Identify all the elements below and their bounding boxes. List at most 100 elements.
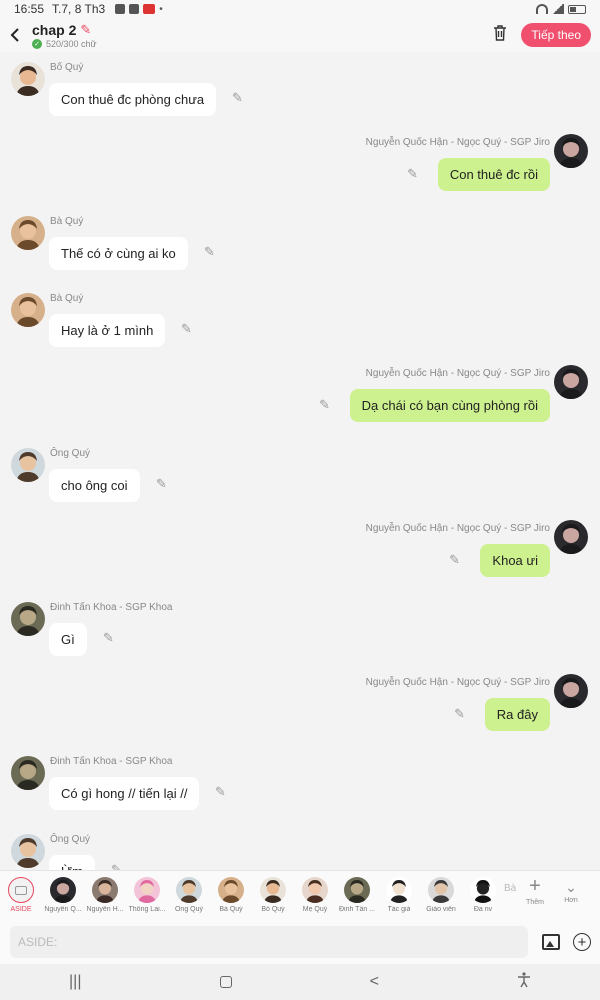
chevron-left-icon[interactable]	[0, 18, 32, 52]
message-bubble[interactable]: Con thuê đc rồi	[437, 158, 550, 191]
edit-message-icon[interactable]: ✎	[204, 244, 215, 260]
edit-message-icon[interactable]: ✎	[232, 90, 243, 106]
chat-message-left[interactable]: Ông Quý Ừm ✎	[0, 830, 600, 870]
chat-message-left[interactable]: Ông Quý cho ông coi ✎	[0, 444, 600, 516]
avatar[interactable]	[554, 520, 588, 554]
chat-message-left[interactable]: Bà Quý Thế có ở cùng ai ko ✎	[0, 212, 600, 284]
chat-message-left[interactable]: Đinh Tấn Khoa - SGP Khoa Gì ✎	[0, 598, 600, 670]
edit-message-icon[interactable]: ✎	[319, 397, 330, 413]
character-name: Đa nv	[473, 906, 493, 913]
character-nguyen-h[interactable]: Nguyễn H...	[84, 871, 126, 913]
trash-icon[interactable]	[493, 24, 507, 46]
system-nav-bar: ||| <	[0, 964, 600, 1000]
avatar[interactable]	[554, 674, 588, 708]
message-input[interactable]	[10, 926, 528, 958]
home-icon[interactable]	[219, 976, 232, 988]
nav-back-icon[interactable]: <	[370, 973, 379, 991]
image-icon[interactable]	[542, 934, 560, 950]
sender-name: Ông Quý	[50, 448, 91, 459]
edit-message-icon[interactable]: ✎	[449, 552, 460, 568]
chat-message-right[interactable]: Nguyễn Quốc Hận - Ngọc Quý - SGP Jiro Con…	[0, 134, 600, 206]
message-bubble[interactable]: cho ông coi	[49, 469, 140, 502]
avatar[interactable]	[11, 602, 45, 636]
sender-name: Đinh Tấn Khoa - SGP Khoa	[50, 756, 173, 767]
message-bubble[interactable]: Con thuê đc phòng chưa	[49, 83, 217, 116]
chat-area[interactable]: Bố Quý Con thuê đc phòng chưa ✎ Nguyễn Quốc…	[0, 52, 600, 870]
avatar[interactable]	[554, 134, 588, 168]
character-name: Bà Quý	[219, 906, 243, 913]
message-bubble[interactable]: Dạ chái có bạn cùng phòng rồi	[349, 389, 550, 422]
check-icon: ✓	[32, 38, 42, 49]
character-giao-vien[interactable]: Giáo viên	[420, 871, 462, 913]
sender-name: Bố Quý	[50, 62, 84, 73]
chat-message-right[interactable]: Nguyễn Quốc Hận - Ngọc Quý - SGP Jiro Kho…	[0, 520, 600, 592]
chat-message-right[interactable]: Nguyễn Quốc Hận - Ngọc Quý - SGP Jiro Ra …	[0, 674, 600, 746]
avatar[interactable]	[11, 756, 45, 790]
character-name: Tác giả	[387, 906, 411, 913]
status-time: 16:55	[14, 2, 45, 16]
character-da-nv[interactable]: Đa nv	[462, 871, 504, 913]
edit-title-icon[interactable]: ✎	[80, 22, 91, 38]
status-bar: 16:55 T.7, 8 Th3 •	[0, 0, 600, 18]
aside-icon	[8, 877, 34, 903]
edit-message-icon[interactable]: ✎	[407, 166, 418, 182]
accessibility-icon[interactable]	[517, 971, 531, 993]
edit-message-icon[interactable]: ✎	[215, 784, 226, 800]
character-ong-quy[interactable]: Ông Quý	[168, 871, 210, 913]
avatar[interactable]	[11, 216, 45, 250]
message-bubble[interactable]: Gì	[49, 623, 87, 656]
input-bar: +	[0, 920, 600, 964]
message-bubble[interactable]: Ra đây	[484, 698, 550, 731]
chevron-down-icon: ⌄	[565, 879, 577, 895]
edit-message-icon[interactable]: ✎	[103, 630, 114, 646]
signal-icon	[552, 4, 564, 14]
message-bubble[interactable]: Hay là ở 1 mình	[49, 314, 166, 347]
character-nguyen-quoc-han[interactable]: Nguyễn Q...	[42, 871, 84, 913]
avatar[interactable]	[11, 62, 45, 96]
sender-name: Nguyễn Quốc Hận - Ngọc Quý - SGP Jiro	[365, 677, 550, 688]
avatar[interactable]	[11, 834, 45, 868]
avatar[interactable]	[554, 365, 588, 399]
character-thong-lai[interactable]: Thông Lai...	[126, 871, 168, 913]
avatar	[260, 877, 286, 903]
next-button[interactable]: Tiếp theo	[521, 23, 591, 47]
edit-message-icon[interactable]: ✎	[156, 476, 167, 492]
character-name: Thông Lai...	[128, 906, 166, 913]
word-count: 520/300 chữ	[46, 38, 97, 49]
add-character-button[interactable]: + Thêm	[520, 871, 550, 906]
avatar	[302, 877, 328, 903]
character-tac-gia[interactable]: Tác giả	[378, 871, 420, 913]
avatar	[176, 877, 202, 903]
avatar	[134, 877, 160, 903]
gallery-notification-icon	[115, 4, 126, 14]
message-bubble[interactable]: Ừm	[49, 855, 95, 870]
edit-message-icon[interactable]: ✎	[454, 706, 465, 722]
add-label: Thêm	[526, 899, 544, 906]
facebook-notification-icon	[129, 4, 140, 14]
chat-message-left[interactable]: Bà Quý Hay là ở 1 mình ✎	[0, 289, 600, 361]
edit-message-icon[interactable]: ✎	[181, 321, 192, 337]
sender-name: Nguyễn Quốc Hận - Ngọc Quý - SGP Jiro	[365, 137, 550, 148]
avatar	[344, 877, 370, 903]
message-bubble[interactable]: Có gì hong // tiến lại //	[49, 777, 200, 810]
character-aside[interactable]: ASIDE	[0, 871, 42, 913]
more-button[interactable]: ⌄ Hơn	[556, 871, 586, 904]
avatar	[428, 877, 454, 903]
chat-message-left[interactable]: Bố Quý Con thuê đc phòng chưa ✎	[0, 58, 600, 130]
app-notification-icon	[143, 4, 156, 14]
sender-name: Nguyễn Quốc Hận - Ngọc Quý - SGP Jiro	[365, 523, 550, 534]
recent-apps-icon[interactable]: |||	[69, 973, 81, 991]
chapter-title[interactable]: chap 2	[32, 22, 76, 38]
add-circle-icon[interactable]: +	[573, 933, 591, 951]
character-me-quy[interactable]: Mẹ Quý	[294, 871, 336, 913]
chat-message-left[interactable]: Đinh Tấn Khoa - SGP Khoa Có gì hong // ti…	[0, 752, 600, 824]
avatar[interactable]	[11, 293, 45, 327]
character-bo-quy[interactable]: Bố Quý	[252, 871, 294, 913]
message-bubble[interactable]: Thế có ở cùng ai ko	[49, 237, 188, 270]
edit-message-icon[interactable]: ✎	[111, 862, 122, 870]
chat-message-right[interactable]: Nguyễn Quốc Hận - Ngọc Quý - SGP Jiro Dạ …	[0, 365, 600, 437]
message-bubble[interactable]: Khoa ưi	[480, 544, 550, 577]
character-ba-quy[interactable]: Bà Quý	[210, 871, 252, 913]
avatar[interactable]	[11, 448, 45, 482]
character-dinh-tan-khoa[interactable]: Đinh Tấn ...	[336, 871, 378, 913]
